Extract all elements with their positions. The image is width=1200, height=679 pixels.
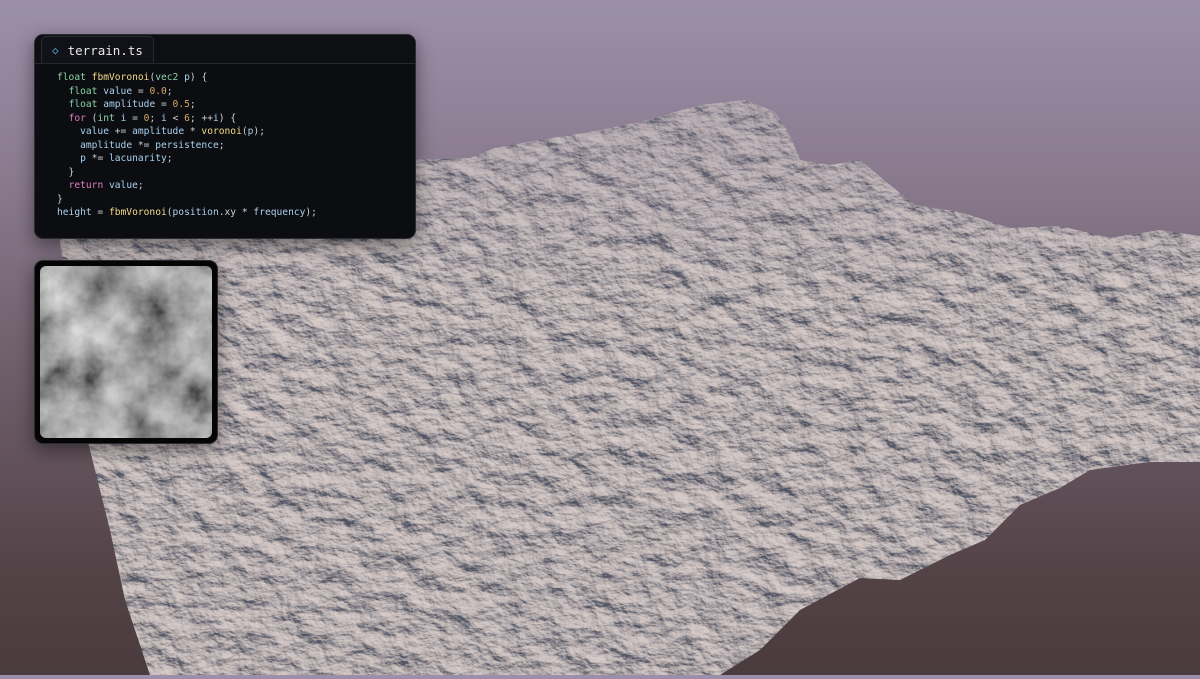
code-line: float amplitude = 0.5; [68, 99, 196, 110]
diamond-file-icon: ◇ [52, 43, 59, 57]
tab-label: terrain.ts [67, 42, 143, 58]
code-line: for (int i = 0; i < 6; ++i) { [68, 112, 237, 124]
code-line: p *= lacunarity; [80, 153, 173, 164]
code-line: height = fbmVoronoi(position.xy * freque… [57, 207, 317, 218]
code-block[interactable]: float fbmVoronoi(vec2 p) { float value =… [35, 64, 415, 220]
noise-heightmap-image [40, 266, 212, 438]
noise-preview-panel [34, 260, 218, 444]
code-line: amplitude *= persistence; [80, 139, 225, 151]
tab-terrain-ts[interactable]: ◇ terrain.ts [41, 36, 154, 63]
code-line: } [57, 193, 63, 205]
editor-tab-bar: ◇ terrain.ts [35, 35, 415, 64]
code-editor-panel: ◇ terrain.ts float fbmVoronoi(vec2 p) { … [34, 34, 416, 239]
code-line: float fbmVoronoi(vec2 p) { [57, 72, 208, 83]
code-line: return value; [68, 180, 144, 191]
code-line: value += amplitude * voronoi(p); [80, 126, 265, 137]
code-line: } [57, 166, 75, 178]
code-line: float value = 0.0; [68, 85, 173, 97]
